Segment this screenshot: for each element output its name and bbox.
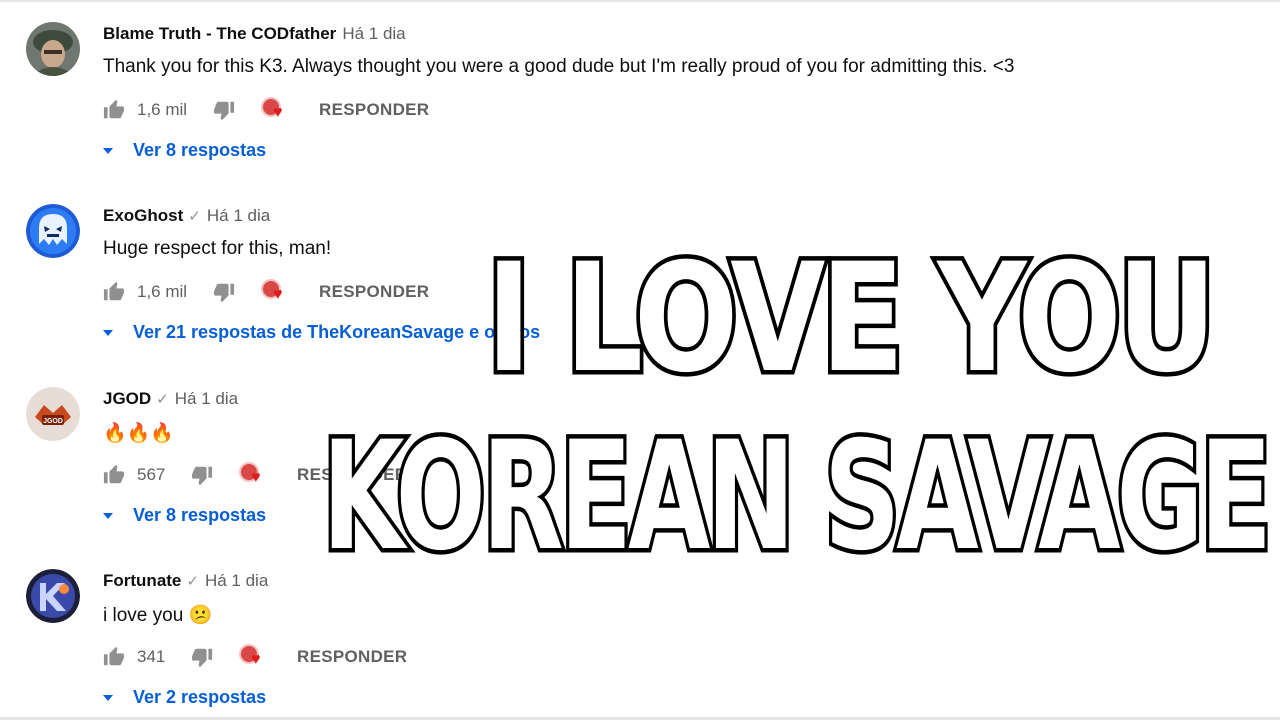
view-replies-label: Ver 8 respostas (133, 505, 267, 525)
view-replies-label: Ver 2 respostas (133, 687, 267, 707)
comment-time[interactable]: Há 1 dia (342, 24, 405, 43)
ghost-avatar-icon (26, 204, 80, 258)
thumbs-down-icon[interactable] (213, 99, 235, 121)
caret-down-icon (103, 147, 113, 154)
reply-button[interactable]: RESPONDER (297, 647, 407, 667)
overlay-caption-line-2: KOREAN SAVAGE (319, 406, 1276, 589)
soldier-avatar-icon (26, 22, 80, 76)
creator-heart-icon: ♥ (239, 644, 267, 670)
heart-icon: ♥ (251, 469, 261, 486)
comment-header: Fortunate ✓ Há 1 dia (103, 571, 268, 591)
comment-time[interactable]: Há 1 dia (205, 571, 268, 590)
reply-button[interactable]: RESPONDER (319, 282, 429, 302)
like-count: 1,6 mil (137, 282, 188, 301)
comment-text: 🔥🔥🔥 (103, 423, 174, 444)
jgod-avatar-icon: JGOD (26, 387, 80, 441)
comment-header: JGOD ✓ Há 1 dia (103, 389, 238, 409)
view-replies-button[interactable]: Ver 8 respostas (103, 505, 266, 526)
view-replies-button[interactable]: Ver 21 respostas de TheKoreanSavage e ou… (103, 322, 540, 343)
thumbs-up-icon[interactable] (103, 281, 125, 303)
like-count: 341 (137, 647, 166, 666)
comment-thread: Blame Truth - The CODfather Há 1 dia Than… (0, 0, 1280, 170)
thumbs-down-icon[interactable] (191, 464, 213, 486)
view-replies-button[interactable]: Ver 8 respostas (103, 140, 266, 161)
comment-actions: 341 ♥ RESPONDER (103, 644, 407, 670)
creator-heart-icon: ♥ (261, 97, 289, 123)
thumbs-up-icon[interactable] (103, 99, 125, 121)
thumbs-up-icon[interactable] (103, 464, 125, 486)
like-count: 567 (137, 465, 166, 484)
caret-down-icon (103, 329, 113, 336)
verified-check-icon: ✓ (186, 573, 199, 590)
thumbs-down-icon[interactable] (213, 281, 235, 303)
comment-author[interactable]: JGOD (103, 389, 151, 408)
comment-header: ExoGhost ✓ Há 1 dia (103, 206, 270, 226)
svg-text:JGOD: JGOD (43, 418, 63, 425)
comment-text: Huge respect for this, man! (103, 238, 332, 259)
comment-header: Blame Truth - The CODfather Há 1 dia (103, 24, 406, 44)
avatar[interactable] (26, 22, 80, 76)
like-count: 1,6 mil (137, 100, 188, 119)
avatar[interactable]: JGOD (26, 387, 80, 441)
creator-heart-icon: ♥ (239, 462, 267, 488)
comment-author[interactable]: Fortunate (103, 571, 181, 590)
avatar[interactable] (26, 569, 80, 623)
comment-text: i love you 😕 (103, 605, 213, 626)
creator-heart-icon: ♥ (261, 279, 289, 305)
comment-author[interactable]: ExoGhost (103, 206, 183, 225)
comment-text: Thank you for this K3. Always thought yo… (103, 56, 1015, 77)
avatar[interactable] (26, 204, 80, 258)
fortunate-avatar-icon (26, 569, 80, 623)
comment-time[interactable]: Há 1 dia (175, 389, 238, 408)
comment-author[interactable]: Blame Truth - The CODfather (103, 24, 336, 43)
heart-icon: ♥ (251, 651, 261, 668)
view-replies-label: Ver 21 respostas de TheKoreanSavage e ou… (133, 322, 541, 342)
caret-down-icon (103, 512, 113, 519)
comment-actions: 1,6 mil ♥ RESPONDER (103, 97, 429, 123)
comment-actions: 1,6 mil ♥ RESPONDER (103, 279, 429, 305)
verified-check-icon: ✓ (156, 391, 169, 408)
caret-down-icon (103, 694, 113, 701)
thumbs-down-icon[interactable] (191, 646, 213, 668)
heart-icon: ♥ (273, 286, 283, 303)
verified-check-icon: ✓ (188, 208, 201, 225)
view-replies-label: Ver 8 respostas (133, 140, 267, 160)
view-replies-button[interactable]: Ver 2 respostas (103, 687, 266, 708)
overlay-caption-line-1: I LOVE YOU (482, 228, 1220, 411)
comment-time[interactable]: Há 1 dia (207, 206, 270, 225)
reply-button[interactable]: RESPONDER (319, 100, 429, 120)
thumbs-up-icon[interactable] (103, 646, 125, 668)
heart-icon: ♥ (273, 104, 283, 121)
